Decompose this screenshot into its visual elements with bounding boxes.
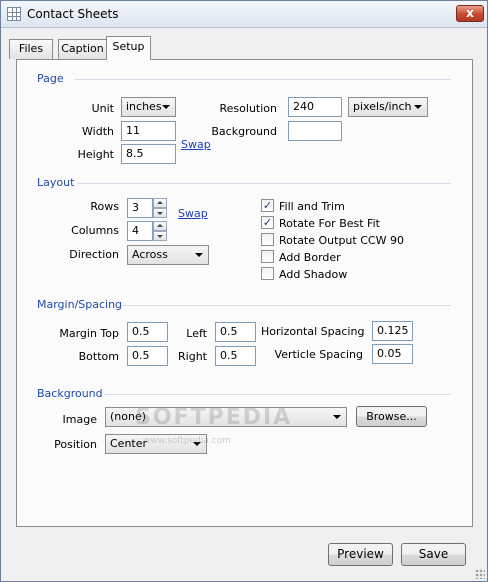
- tab-label: Caption: [61, 42, 104, 55]
- direction-select[interactable]: Across: [127, 245, 209, 265]
- check-icon: ✓: [262, 216, 273, 229]
- contact-sheet-grid-icon: [7, 7, 21, 21]
- rows-label: Rows: [90, 200, 119, 213]
- columns-stepper[interactable]: [153, 221, 167, 241]
- section-divider: [121, 305, 451, 306]
- add-shadow-checkbox[interactable]: [261, 267, 274, 280]
- chevron-down-icon: [195, 253, 203, 257]
- width-field[interactable]: 11: [121, 121, 176, 141]
- fill-trim-label: Fill and Trim: [279, 200, 345, 213]
- page-swap-link[interactable]: Swap: [181, 138, 211, 151]
- width-label: Width: [82, 125, 114, 138]
- rows-stepper[interactable]: [153, 198, 167, 218]
- tab-files[interactable]: Files: [9, 39, 53, 59]
- margin-bottom-label: Bottom: [78, 350, 119, 363]
- chevron-down-icon: [414, 105, 422, 109]
- chevron-down-icon: [162, 105, 170, 109]
- vertical-spacing-field[interactable]: 0.05: [372, 344, 413, 364]
- background-color-swatch[interactable]: [288, 121, 342, 141]
- fill-trim-checkbox[interactable]: ✓: [261, 199, 274, 212]
- height-label: Height: [77, 148, 114, 161]
- add-border-label: Add Border: [279, 251, 341, 264]
- close-icon: x: [466, 6, 474, 20]
- close-button[interactable]: x: [456, 5, 484, 22]
- resolution-field[interactable]: 240: [288, 97, 342, 117]
- rotate-ccw-checkbox[interactable]: [261, 233, 274, 246]
- section-divider: [103, 394, 451, 395]
- title-bar[interactable]: Contact Sheets x: [1, 1, 487, 28]
- stepper-up-icon[interactable]: [153, 221, 167, 231]
- check-icon: ✓: [262, 199, 273, 212]
- window-title: Contact Sheets: [27, 7, 119, 21]
- unit-label: Unit: [91, 102, 114, 115]
- unit-select-value: inches: [126, 100, 162, 113]
- margin-left-label: Left: [186, 327, 207, 340]
- setup-panel: Page Unit inches Width 11 Height 8.5 Swa…: [16, 59, 473, 527]
- stepper-down-icon[interactable]: [153, 231, 167, 241]
- watermark: SOFTPEDIA: [135, 405, 293, 430]
- margin-right-field[interactable]: 0.5: [215, 346, 256, 366]
- margin-right-label: Right: [178, 350, 207, 363]
- resolution-unit-select[interactable]: pixels/inch: [348, 97, 428, 117]
- unit-select[interactable]: inches: [121, 97, 176, 117]
- browse-button[interactable]: Browse...: [356, 406, 427, 427]
- section-title-layout: Layout: [37, 176, 75, 189]
- direction-value: Across: [132, 248, 168, 261]
- vertical-spacing-label: Verticle Spacing: [274, 348, 363, 361]
- layout-swap-link[interactable]: Swap: [178, 207, 208, 220]
- rotate-best-fit-checkbox[interactable]: ✓: [261, 216, 274, 229]
- dialog-window: Contact Sheets x Files Caption Setup Pag…: [0, 0, 488, 582]
- resolution-label: Resolution: [219, 102, 277, 115]
- add-shadow-label: Add Shadow: [279, 268, 348, 281]
- preview-button[interactable]: Preview: [328, 543, 393, 566]
- horizontal-spacing-label: Horizontal Spacing: [261, 325, 365, 338]
- horizontal-spacing-field[interactable]: 0.125: [372, 321, 413, 341]
- margin-bottom-field[interactable]: 0.5: [127, 346, 168, 366]
- add-border-checkbox[interactable]: [261, 250, 274, 263]
- rotate-best-fit-label: Rotate For Best Fit: [279, 217, 380, 230]
- tab-caption[interactable]: Caption: [58, 39, 107, 59]
- columns-field[interactable]: 4: [127, 221, 153, 241]
- position-value: Center: [110, 437, 148, 450]
- tab-setup[interactable]: Setup: [106, 36, 151, 60]
- stepper-down-icon[interactable]: [153, 208, 167, 218]
- tab-label: Setup: [112, 40, 145, 53]
- section-title-background: Background: [37, 387, 103, 400]
- rotate-ccw-label: Rotate Output CCW 90: [279, 234, 404, 247]
- margin-top-field[interactable]: 0.5: [127, 322, 168, 342]
- background-color-label: Background: [211, 125, 277, 138]
- section-divider: [75, 79, 451, 80]
- chevron-down-icon: [333, 415, 341, 419]
- section-title-margin: Margin/Spacing: [37, 298, 123, 311]
- section-divider: [77, 183, 451, 184]
- watermark-url: www.softpedia.com: [143, 436, 231, 446]
- resize-grip-icon[interactable]: [475, 569, 485, 579]
- height-field[interactable]: 8.5: [121, 144, 176, 164]
- margin-left-field[interactable]: 0.5: [215, 322, 256, 342]
- save-button[interactable]: Save: [401, 543, 466, 566]
- image-label: Image: [62, 413, 97, 426]
- section-title-page: Page: [37, 72, 64, 85]
- position-label: Position: [54, 438, 97, 451]
- direction-label: Direction: [69, 248, 119, 261]
- columns-label: Columns: [71, 224, 119, 237]
- stepper-up-icon[interactable]: [153, 198, 167, 208]
- rows-field[interactable]: 3: [127, 198, 153, 218]
- margin-top-label: Margin Top: [59, 327, 119, 340]
- resolution-unit-value: pixels/inch: [353, 100, 412, 113]
- tab-label: Files: [18, 42, 44, 55]
